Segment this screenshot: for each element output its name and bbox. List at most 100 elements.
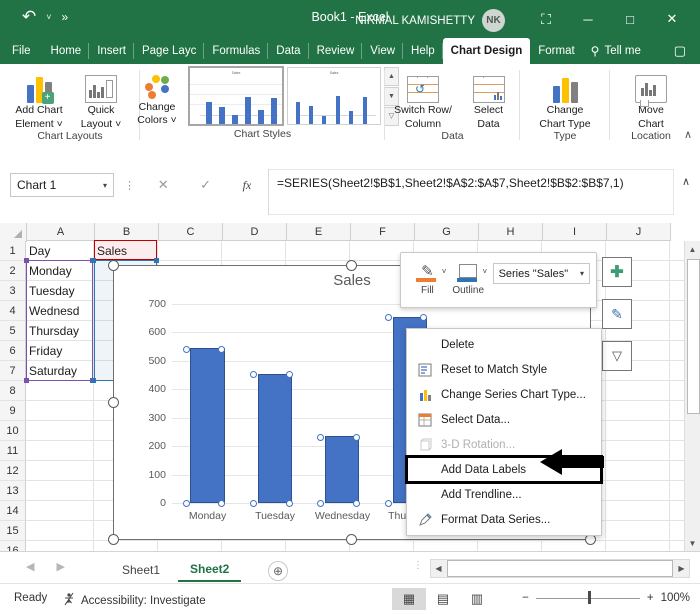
name-box[interactable]: Chart 1 ▾ — [10, 173, 114, 197]
menu-item-format-data-series[interactable]: Format Data Series... — [407, 507, 601, 532]
add-chart-element-button[interactable]: + Add Chart Element ˅ — [8, 69, 70, 130]
fill-button[interactable]: ✎ ˅ Fill — [407, 258, 448, 296]
accessibility-status[interactable]: Accessibility: Investigate — [62, 592, 206, 609]
tab-insert[interactable]: Insert — [89, 38, 134, 64]
select-data-button[interactable]: Select Data — [459, 69, 518, 130]
tab-split-handle[interactable]: ⋮ — [413, 561, 423, 571]
column-header-e[interactable]: E — [287, 223, 351, 241]
ribbon-display-options-icon[interactable]: ⛶ — [526, 6, 566, 32]
tab-file[interactable]: File — [0, 38, 43, 64]
enter-icon[interactable]: ✓ — [200, 177, 211, 193]
chart-styles-gallery[interactable]: Sales Sales ▲ ▼ ▽ — [188, 66, 399, 126]
row-header-9[interactable]: 9 — [0, 401, 26, 421]
chart-filters-button[interactable]: ▽ — [602, 341, 632, 371]
bar-handle[interactable] — [384, 314, 392, 322]
menu-item-change-series-chart-type[interactable]: Change Series Chart Type... — [407, 382, 601, 407]
row-header-3[interactable]: 3 — [0, 281, 26, 301]
close-button[interactable]: ✕ — [652, 6, 692, 32]
scroll-up-icon[interactable]: ▲ — [685, 241, 700, 257]
sheet-nav-arrows[interactable]: ◀ ▶ — [26, 560, 65, 573]
bar-handle[interactable] — [352, 433, 360, 441]
scroll-left-icon[interactable]: ◀ — [431, 560, 446, 577]
tab-page-layout[interactable]: Page Layc — [134, 38, 205, 64]
column-header-d[interactable]: D — [223, 223, 287, 241]
avatar[interactable]: NK — [482, 9, 505, 32]
column-header-a[interactable]: A — [27, 223, 95, 241]
account-info[interactable]: NIRMAL KAMISHETTY NK — [355, 9, 505, 32]
collapse-ribbon-icon[interactable]: ∧ — [684, 128, 692, 141]
vertical-scroll-thumb[interactable] — [687, 259, 700, 414]
chevron-down-icon[interactable]: ˅ — [442, 267, 447, 276]
series-select[interactable]: Series "Sales" ▾ — [492, 263, 590, 284]
zoom-level[interactable]: 100% — [661, 592, 690, 604]
chart-style-thumbnail-2[interactable]: Sales — [287, 67, 381, 125]
next-sheet-icon[interactable]: ▶ — [56, 560, 64, 573]
tab-chart-design[interactable]: Chart Design — [442, 38, 531, 64]
page-layout-view-button[interactable]: ▤ — [426, 588, 460, 610]
row-header-6[interactable]: 6 — [0, 341, 26, 361]
mini-toolbar[interactable]: ✎ ˅ Fill ˅ Outline Series "Sales" ▾ — [400, 252, 597, 308]
normal-view-button[interactable]: ▦ — [392, 588, 426, 610]
chevron-down-icon[interactable]: ˅ — [483, 267, 488, 276]
chevron-down-icon[interactable]: ▾ — [580, 269, 584, 278]
row-header-12[interactable]: 12 — [0, 461, 26, 481]
new-sheet-button[interactable]: ⊕ — [268, 561, 288, 581]
bar-handle[interactable] — [285, 500, 293, 508]
tab-data[interactable]: Data — [268, 38, 309, 64]
maximize-button[interactable]: □ — [610, 6, 650, 32]
bar-handle[interactable] — [317, 433, 325, 441]
zoom-in-button[interactable]: + — [647, 592, 654, 604]
chart-resize-handle[interactable] — [108, 397, 119, 408]
expand-formula-bar-icon[interactable]: ∧ — [682, 175, 690, 188]
prev-sheet-icon[interactable]: ◀ — [26, 560, 34, 573]
menu-item-add-data-labels[interactable]: Add Data Labels — [405, 455, 603, 484]
row-header-16[interactable]: 16 — [0, 541, 26, 551]
row-header-4[interactable]: 4 — [0, 301, 26, 321]
chart-resize-handle[interactable] — [108, 534, 119, 545]
tab-view[interactable]: View — [362, 38, 403, 64]
sheet-tab-sheet1[interactable]: Sheet1 — [110, 557, 172, 582]
row-header-1[interactable]: 1 — [0, 241, 26, 261]
column-header-g[interactable]: G — [415, 223, 479, 241]
menu-item-reset-to-match-style[interactable]: Reset to Match Style — [407, 357, 601, 382]
cancel-icon[interactable]: ✕ — [158, 177, 169, 193]
bar-handle[interactable] — [285, 371, 293, 379]
column-header-c[interactable]: C — [159, 223, 223, 241]
zoom-slider[interactable] — [535, 590, 640, 606]
change-colors-button[interactable]: Change Colors ˅ — [126, 66, 188, 127]
bar-handle[interactable] — [218, 345, 226, 353]
column-header-i[interactable]: I — [543, 223, 607, 241]
chart-styles-button[interactable]: ✎ — [602, 299, 632, 329]
switch-row-column-button[interactable]: ↺ Switch Row/ Column — [387, 69, 459, 130]
sheet-tab-sheet2[interactable]: Sheet2 — [178, 557, 242, 582]
vertical-scrollbar[interactable]: ▲ ▼ — [684, 241, 700, 551]
row-header-7[interactable]: 7 — [0, 361, 26, 381]
bar-handle[interactable] — [182, 500, 190, 508]
select-all-corner[interactable] — [0, 223, 27, 242]
bar-tuesday[interactable] — [257, 373, 292, 503]
chart-elements-button[interactable]: ✚ — [602, 257, 632, 287]
row-header-5[interactable]: 5 — [0, 321, 26, 341]
cell-a1[interactable]: Day — [26, 241, 93, 261]
column-header-h[interactable]: H — [479, 223, 543, 241]
row-header-10[interactable]: 10 — [0, 421, 26, 441]
column-header-b[interactable]: B — [95, 223, 159, 241]
column-header-j[interactable]: J — [607, 223, 671, 241]
bar-handle[interactable] — [249, 371, 257, 379]
bar-wednesday[interactable] — [325, 436, 360, 503]
insert-function-icon[interactable]: fx — [243, 178, 252, 193]
bar-handle[interactable] — [182, 345, 190, 353]
minimize-button[interactable]: ─ — [568, 6, 608, 32]
outline-button[interactable]: ˅ Outline — [448, 258, 489, 296]
scroll-right-icon[interactable]: ▶ — [674, 560, 689, 577]
chart-resize-handle[interactable] — [346, 260, 357, 271]
menu-item-add-trendline[interactable]: Add Trendline... — [407, 482, 601, 507]
row-header-11[interactable]: 11 — [0, 441, 26, 461]
page-break-view-button[interactable]: ▥ — [460, 588, 494, 610]
row-header-2[interactable]: 2 — [0, 261, 26, 281]
bar-handle[interactable] — [317, 500, 325, 508]
bar-handle[interactable] — [249, 500, 257, 508]
horizontal-scroll-thumb[interactable] — [447, 560, 673, 577]
bar-handle[interactable] — [384, 500, 392, 508]
chevron-down-icon[interactable]: ▾ — [103, 181, 107, 190]
